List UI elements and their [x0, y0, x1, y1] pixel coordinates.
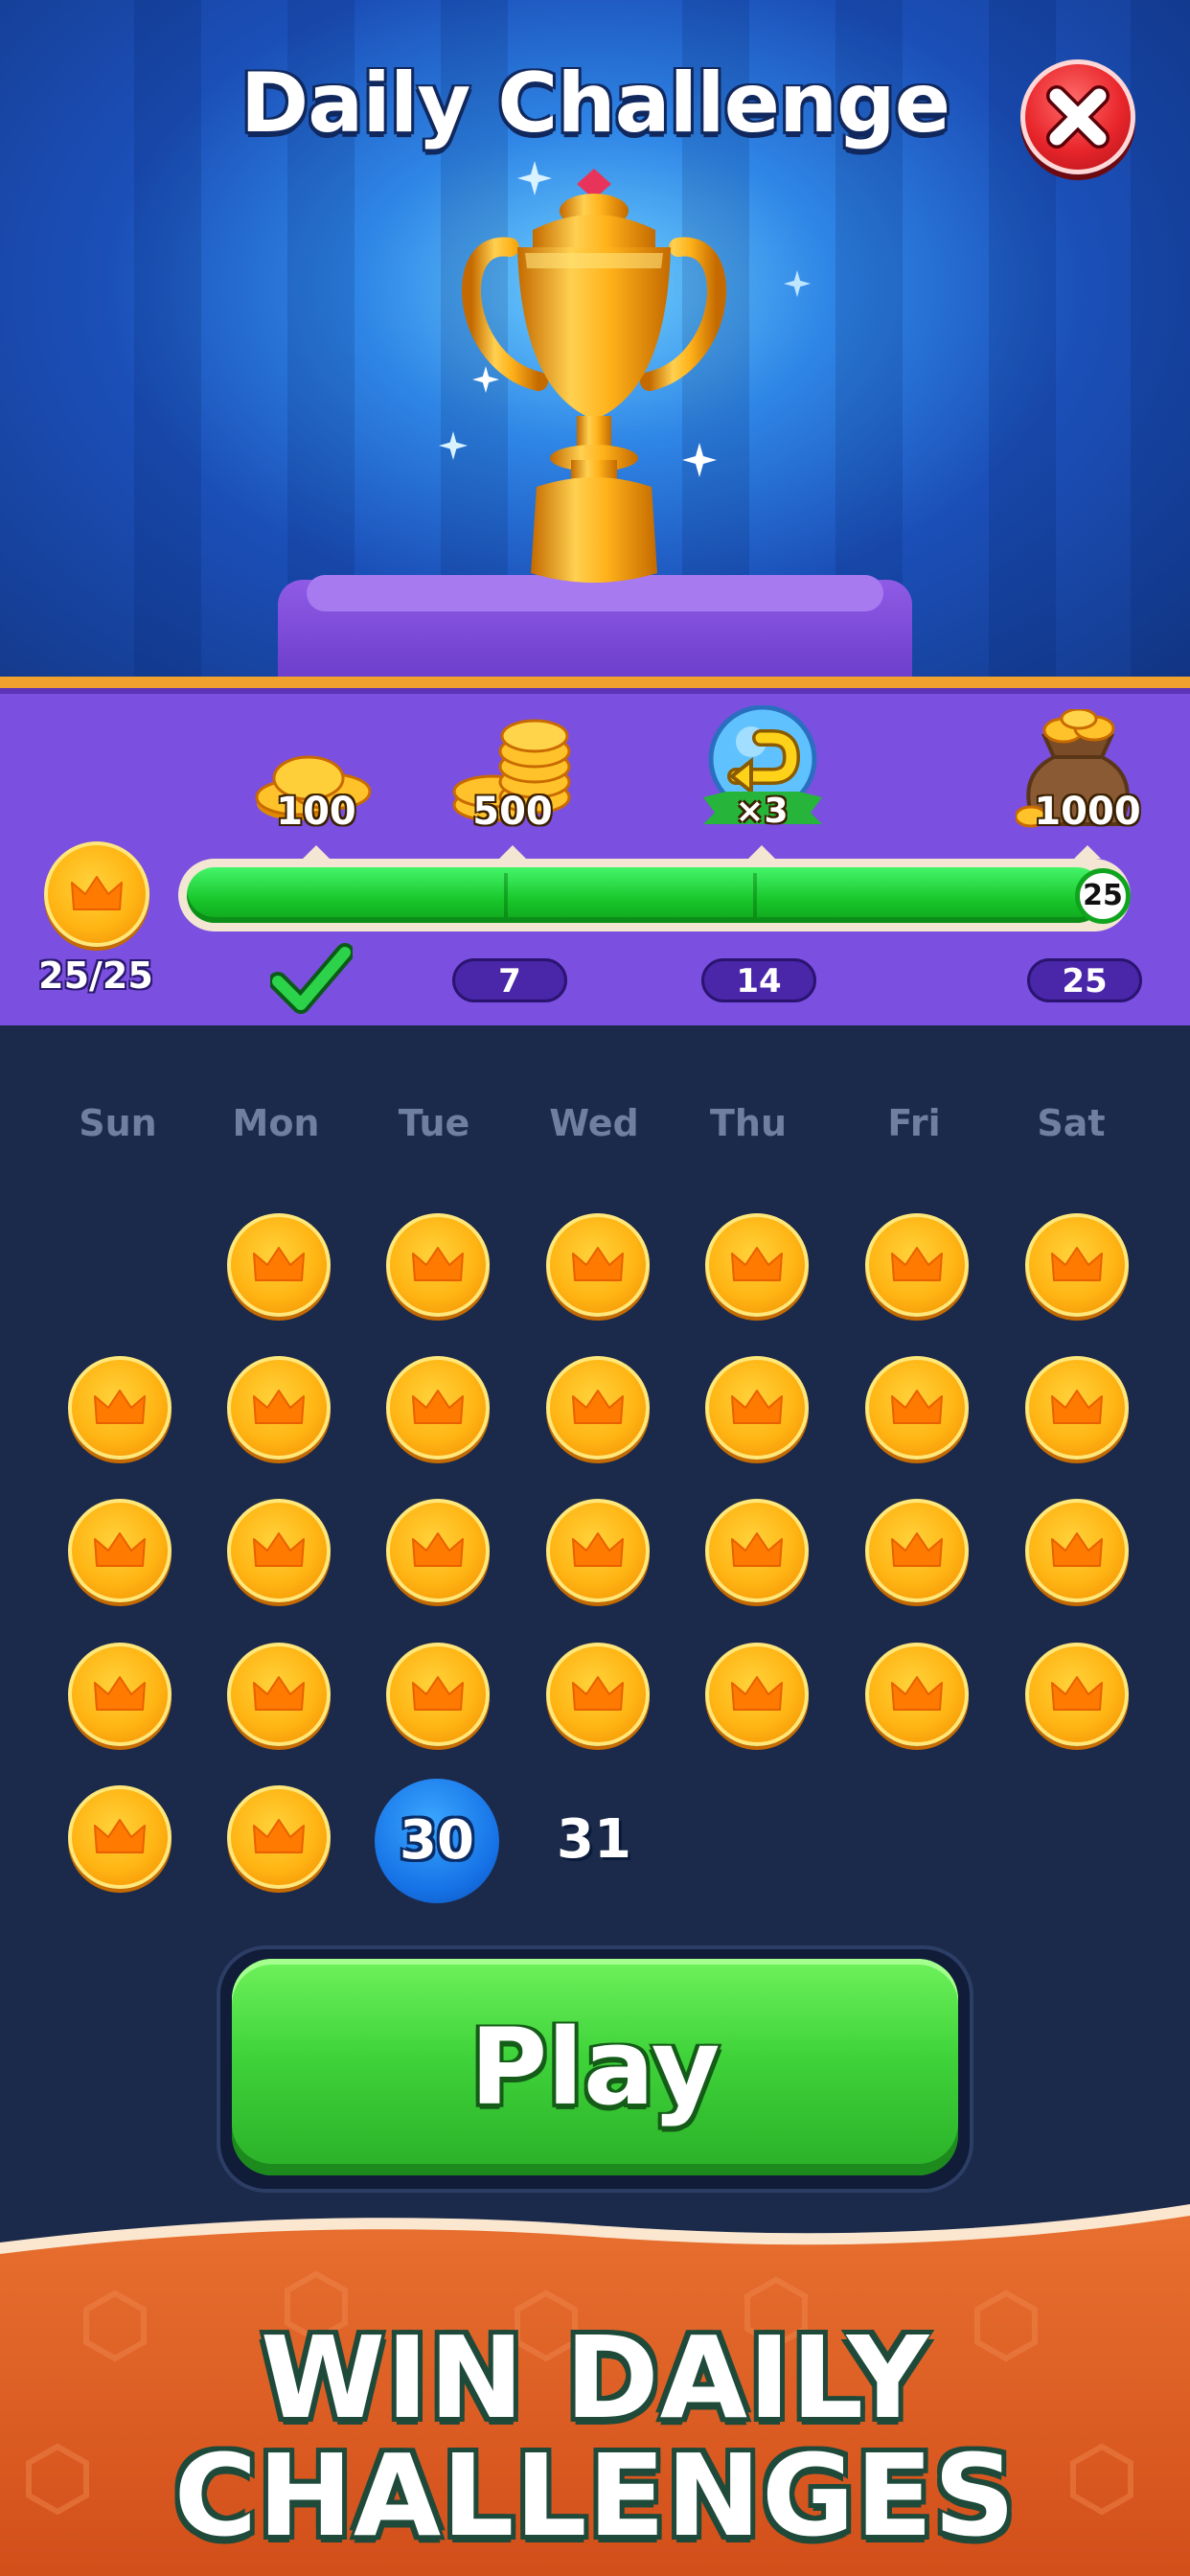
sparkle-icon: [784, 270, 811, 297]
reward-progress-panel: [0, 677, 1190, 1025]
completed-day-coin: [546, 1499, 650, 1602]
completed-day-coin: [227, 1213, 331, 1317]
crown-icon: [1051, 1390, 1103, 1424]
banner-headline: CHALLENGES: [173, 2429, 1017, 2562]
crown-icon: [94, 1676, 146, 1711]
crown-icon: [572, 1390, 624, 1424]
milestone-pointer: [303, 845, 330, 859]
crown-icon: [412, 1676, 464, 1711]
crown-icon: [572, 1676, 624, 1711]
completed-day-coin: [705, 1356, 809, 1460]
reward-label: 100: [276, 790, 356, 834]
trophy-icon: [462, 169, 726, 583]
weekday-label: Fri: [887, 1102, 941, 1144]
crown-icon: [412, 1247, 464, 1281]
completed-day-coin: [68, 1643, 172, 1746]
crown-icon: [731, 1247, 783, 1281]
completed-day-coin: [1025, 1356, 1129, 1460]
completed-day-coin: [865, 1356, 969, 1460]
progress-bar-fill: [187, 867, 1105, 923]
crown-icon: [891, 1247, 943, 1281]
completed-day-coin: [227, 1499, 331, 1602]
completed-day-coin: [865, 1499, 969, 1602]
crown-icon: [253, 1390, 305, 1424]
crown-icon: [94, 1532, 146, 1567]
crown-icon: [731, 1390, 783, 1424]
reward-label: 500: [472, 790, 553, 834]
close-button[interactable]: [1020, 59, 1135, 174]
reward-label: 1000: [1034, 790, 1141, 834]
completed-day-coin: [865, 1643, 969, 1746]
milestone-day-pill: 25: [1027, 958, 1142, 1002]
crown-icon: [253, 1532, 305, 1567]
progress-end-badge: 25: [1075, 868, 1131, 924]
progress-bar: [178, 859, 1131, 932]
crown-icon: [253, 1676, 305, 1711]
weekday-label: Sun: [79, 1102, 157, 1144]
crown-icon: [253, 1247, 305, 1281]
completed-day-coin: [1025, 1499, 1129, 1602]
completed-day-coin: [386, 1213, 490, 1317]
crown-icon: [253, 1819, 305, 1853]
completed-day-coin: [386, 1356, 490, 1460]
crown-icon: [572, 1247, 624, 1281]
crown-icon: [1051, 1676, 1103, 1711]
crown-icon: [891, 1532, 943, 1567]
calendar-day: 31: [557, 1808, 631, 1871]
completed-day-coin: [227, 1785, 331, 1889]
page-title: Daily Challenge: [240, 56, 950, 151]
crown-icon: [572, 1532, 624, 1567]
crown-icon: [891, 1676, 943, 1711]
completed-day-coin: [386, 1499, 490, 1602]
milestone-pointer: [499, 845, 526, 859]
banner-headline: WIN DAILY: [260, 2312, 930, 2444]
completed-day-coin: [386, 1643, 490, 1746]
weekday-label: Mon: [232, 1102, 320, 1144]
crown-icon: [412, 1532, 464, 1567]
weekday-label: Tue: [398, 1102, 470, 1144]
completed-day-coin: [227, 1643, 331, 1746]
completed-day-coin: [705, 1213, 809, 1317]
crown-icon: [412, 1390, 464, 1424]
completed-day-coin: [546, 1213, 650, 1317]
crown-icon: [94, 1819, 146, 1853]
reward-label: ×3: [735, 792, 789, 831]
completed-day-coin: [865, 1213, 969, 1317]
milestone-pointer: [1074, 845, 1101, 859]
crown-icon: [731, 1676, 783, 1711]
checkmark-icon: [270, 943, 353, 1014]
completed-day-coin: [1025, 1643, 1129, 1746]
crown-icon: [1051, 1247, 1103, 1281]
completed-day-coin: [68, 1356, 172, 1460]
completed-day-coin: [546, 1643, 650, 1746]
completed-day-coin: [68, 1785, 172, 1889]
completed-day-coin: [705, 1499, 809, 1602]
completed-day-coin: [227, 1356, 331, 1460]
crown-icon: [731, 1532, 783, 1567]
completed-day-coin: [1025, 1213, 1129, 1317]
milestone-day-pill: 7: [452, 958, 567, 1002]
weekday-label: Wed: [549, 1102, 639, 1144]
progress-count: 25/25: [38, 954, 153, 997]
current-day-button[interactable]: 30: [375, 1779, 499, 1903]
milestone-day-pill: 14: [701, 958, 816, 1002]
completed-day-coin: [546, 1356, 650, 1460]
play-button[interactable]: Play: [232, 1959, 958, 2175]
crown-coin-icon: [44, 841, 149, 947]
crown-icon: [891, 1390, 943, 1424]
weekday-label: Sat: [1037, 1102, 1106, 1144]
crown-icon: [1051, 1532, 1103, 1567]
weekday-label: Thu: [709, 1102, 788, 1144]
milestone-pointer: [748, 845, 775, 859]
crown-icon: [94, 1390, 146, 1424]
completed-day-coin: [68, 1499, 172, 1602]
close-icon: [1046, 85, 1110, 149]
completed-day-coin: [705, 1643, 809, 1746]
